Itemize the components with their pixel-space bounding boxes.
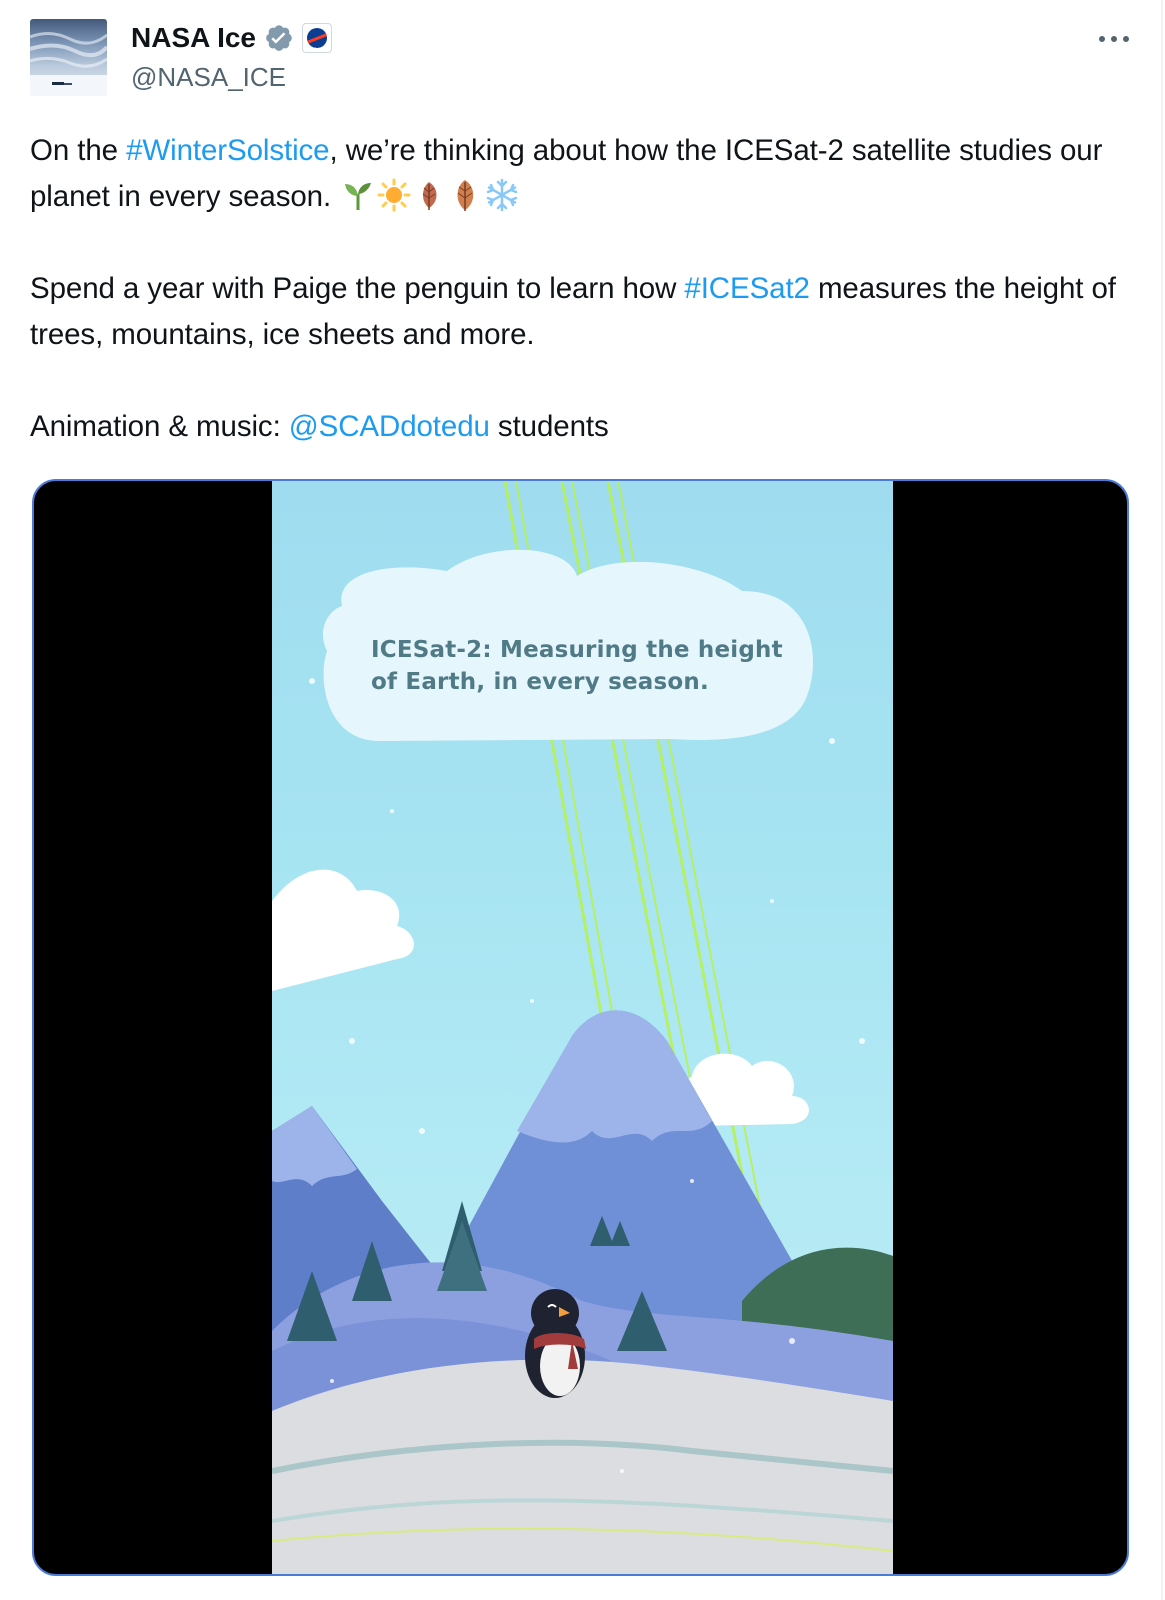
- tweet-video[interactable]: ICESat-2: Measuring the height of Earth,…: [32, 479, 1129, 1576]
- tweet-text: On the #WinterSolstice, we’re thinking a…: [30, 128, 1140, 450]
- nasa-affiliate-badge[interactable]: NASA: [302, 23, 333, 53]
- video-caption: ICESat-2: Measuring the height of Earth,…: [371, 637, 783, 695]
- nasa-meatball-icon: NASA: [307, 28, 328, 48]
- author-avatar[interactable]: [30, 19, 107, 96]
- display-name[interactable]: NASA Ice: [131, 20, 256, 56]
- fallen-leaf-icon: [413, 178, 447, 212]
- tweet-paragraph-1: On the #WinterSolstice, we’re thinking a…: [30, 128, 1140, 220]
- mention-scaddotedu-link[interactable]: @SCADdotedu: [289, 410, 490, 443]
- avatar-ice-image: [30, 32, 107, 96]
- author-handle[interactable]: @NASA_ICE: [131, 60, 286, 94]
- penguin-paige: [525, 1289, 586, 1398]
- timeline-border: [1161, 0, 1163, 1600]
- tweet-paragraph-3: Animation & music: @SCADdotedu students: [30, 404, 1140, 450]
- seedling-icon: [341, 178, 375, 212]
- fallen-leaf-icon: [449, 178, 483, 212]
- author-name-row[interactable]: NASA Ice NASA: [131, 20, 333, 56]
- snowflake-icon: [485, 178, 519, 212]
- hashtag-winter-solstice-link[interactable]: #WinterSolstice: [126, 134, 330, 167]
- video-frame[interactable]: ICESat-2: Measuring the height of Earth,…: [272, 481, 893, 1574]
- text-segment: Spend a year with Paige the penguin to l…: [30, 272, 685, 305]
- more-options-button[interactable]: [1092, 22, 1136, 56]
- verified-badge-icon[interactable]: [264, 23, 294, 53]
- text-segment: On the: [30, 134, 127, 167]
- tweet-paragraph-2: Spend a year with Paige the penguin to l…: [30, 266, 1140, 358]
- text-segment: students: [489, 410, 609, 443]
- more-horizontal-icon: [1099, 36, 1129, 42]
- hashtag-icesat2-link[interactable]: #ICESat2: [684, 272, 810, 305]
- sun-icon: [377, 178, 411, 212]
- text-segment: Animation & music:: [30, 410, 289, 443]
